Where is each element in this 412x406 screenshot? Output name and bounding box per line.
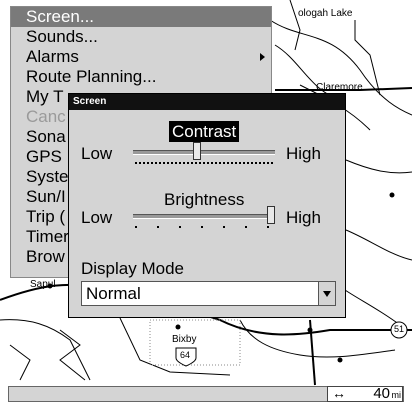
menu-item-label: Route Planning...: [26, 67, 157, 86]
display-mode-label: Display Mode: [81, 259, 184, 278]
menu-item[interactable]: Screen...: [11, 7, 271, 27]
map-scale: ↔ 40 mi: [327, 385, 403, 402]
scale-value: 40: [373, 385, 390, 402]
menu-item-label: My T: [26, 87, 64, 106]
scale-arrow-icon: ↔: [332, 385, 346, 401]
submenu-arrow-icon: [260, 53, 265, 61]
menu-item[interactable]: Sounds...: [11, 27, 271, 47]
brightness-slider[interactable]: [133, 204, 275, 234]
menu-item-label: Timer: [26, 227, 69, 246]
menu-item-label: Syste: [26, 167, 69, 186]
menu-item-label: GPS: [26, 147, 62, 166]
status-bar: ↔ 40 mi: [8, 385, 404, 402]
brightness-slider-thumb[interactable]: [267, 206, 275, 224]
menu-item-label: Screen...: [26, 7, 95, 26]
menu-item-label: Sounds...: [26, 27, 98, 46]
menu-item[interactable]: Route Planning...: [11, 67, 271, 87]
brightness-low-label: Low: [81, 208, 113, 227]
menu-item-label: Sona: [26, 127, 66, 146]
menu-item-label: Canc: [26, 107, 66, 126]
dropdown-button[interactable]: [318, 282, 335, 305]
scale-unit: mi: [391, 390, 402, 400]
menu-item-label: Brow: [26, 247, 65, 266]
route-64-shield-label: 64: [180, 350, 191, 360]
menu-item-label: Alarms: [26, 47, 79, 66]
display-mode-select[interactable]: Normal: [81, 281, 336, 306]
chevron-down-icon: [323, 291, 331, 297]
contrast-slider[interactable]: [133, 140, 275, 170]
menu-item[interactable]: Alarms: [11, 47, 271, 67]
display-mode-value: Normal: [86, 284, 141, 303]
map-label-lake: ologah Lake: [298, 8, 353, 19]
contrast-slider-thumb[interactable]: [193, 142, 201, 160]
contrast-low-label: Low: [81, 144, 113, 163]
route-51-shield-label: 51: [394, 324, 405, 334]
brightness-high-label: High: [286, 208, 321, 227]
screen-dialog: Screen Contrast Low High Brightness Low …: [68, 93, 346, 318]
map-label-claremore: Claremore: [316, 82, 363, 93]
map-label-sapulpa: Sapul: [30, 279, 56, 290]
menu-item-label: Trip (: [26, 207, 66, 226]
contrast-high-label: High: [286, 144, 321, 163]
brightness-ticks: [135, 226, 269, 228]
menu-item-label: Sun/I: [26, 187, 66, 206]
dialog-title: Screen: [69, 94, 345, 110]
contrast-title: Contrast: [169, 121, 240, 142]
contrast-ticks: [135, 162, 273, 164]
map-label-bixby: Bixby: [172, 334, 197, 345]
